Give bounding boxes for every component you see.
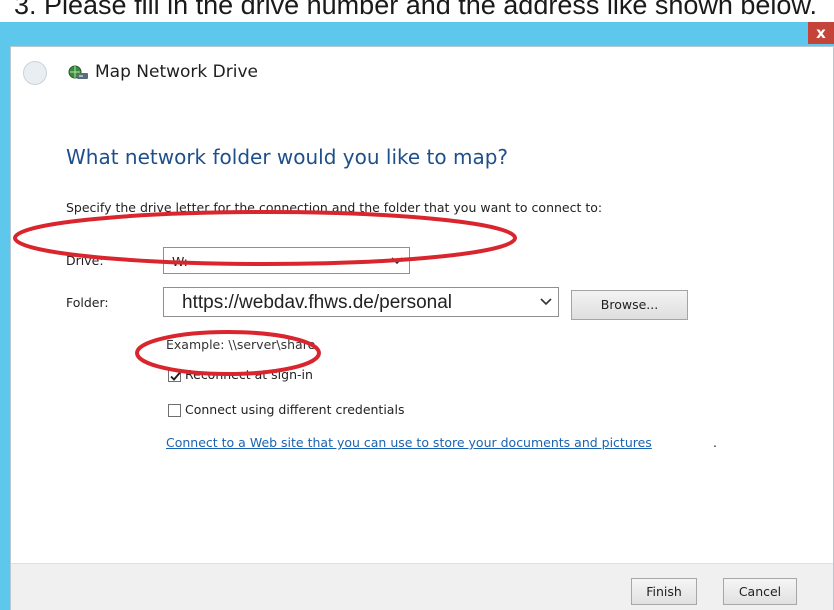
instruction-text: 3. Please fill in the drive number and t…: [14, 0, 817, 20]
cancel-button[interactable]: Cancel: [723, 578, 797, 605]
web-site-link[interactable]: Connect to a Web site that you can use t…: [166, 435, 652, 450]
reconnect-checkbox[interactable]: [168, 369, 181, 382]
folder-label: Folder:: [66, 295, 109, 310]
network-drive-icon: [68, 65, 88, 79]
chevron-down-icon: [391, 256, 403, 264]
checkmark-icon: [170, 371, 181, 381]
close-button[interactable]: x: [808, 22, 834, 44]
folder-value: https://webdav.fhws.de/personal: [182, 292, 453, 313]
chevron-down-icon: [540, 298, 552, 306]
link-period: .: [713, 435, 717, 450]
page-heading: What network folder would you like to ma…: [66, 145, 509, 169]
dialog-title: Map Network Drive: [95, 62, 258, 82]
credentials-checkbox[interactable]: [168, 404, 181, 417]
reconnect-label: Reconnect at sign-in: [185, 367, 313, 382]
example-text: Example: \\server\share: [166, 337, 316, 352]
finish-button[interactable]: Finish: [631, 578, 697, 605]
drive-label: Drive:: [66, 253, 104, 268]
window-frame: x Map Network Drive What network folder …: [0, 22, 834, 610]
credentials-label: Connect using different credentials: [185, 402, 405, 417]
instructions-text: Specify the drive letter for the connect…: [66, 200, 603, 215]
dialog-footer: Finish Cancel: [11, 563, 833, 610]
map-network-drive-dialog: Map Network Drive What network folder wo…: [10, 46, 834, 610]
back-arrow-icon[interactable]: [23, 61, 47, 85]
browse-button[interactable]: Browse...: [571, 290, 688, 320]
drive-select[interactable]: W:: [163, 247, 410, 274]
dialog-titlebar: Map Network Drive: [11, 47, 833, 99]
folder-input[interactable]: https://webdav.fhws.de/personal: [163, 287, 559, 317]
drive-value: W:: [172, 254, 188, 269]
